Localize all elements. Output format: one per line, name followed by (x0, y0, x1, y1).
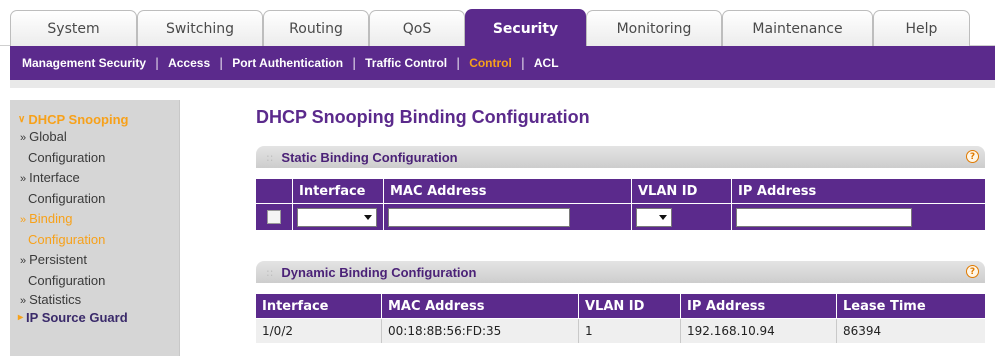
sidebar-item-binding-configuration[interactable]: » Binding Configuration (18, 209, 179, 250)
dropdown-arrow-icon (364, 214, 372, 220)
column-header: Interface (292, 179, 383, 203)
mac-address-input[interactable] (388, 207, 570, 227)
vlan-cell (631, 204, 731, 230)
tab-monitoring[interactable]: Monitoring (586, 10, 722, 46)
ip-address-value: 192.168.10.94 (680, 319, 836, 343)
column-header: VLAN ID (578, 294, 680, 318)
ip-address-input[interactable] (736, 207, 912, 227)
column-header: MAC Address (381, 294, 578, 318)
column-header: Interface (262, 298, 329, 314)
subnav-management-security[interactable]: Management Security (22, 56, 146, 70)
subnav-port-authentication[interactable]: Port Authentication (232, 56, 343, 70)
tab-system[interactable]: System (10, 10, 137, 46)
section-title: Dynamic Binding Configuration (281, 264, 477, 280)
sidebar-item-label: Global (29, 129, 67, 144)
interface-cell (292, 204, 383, 230)
sidebar-item-label: Statistics (29, 292, 82, 307)
vlan-id-select[interactable] (636, 207, 672, 227)
column-header: IP Address (680, 294, 836, 318)
table-row: 1/0/2 00:18:8B:56:FD:35 1 192.168.10.94 … (256, 319, 985, 343)
double-chevron-right-icon: » (20, 214, 27, 226)
section-title: Static Binding Configuration (281, 149, 458, 165)
sidebar-item-label: Configuration (28, 232, 106, 247)
sidebar-group-ip-source-guard[interactable]: ▸ IP Source Guard (18, 310, 179, 325)
top-tab-bar: System Switching Routing QoS Security Mo… (0, 0, 995, 47)
sidebar-group-label: DHCP Snooping (28, 112, 129, 127)
double-chevron-right-icon: » (20, 295, 27, 307)
sidebar-group-label: IP Source Guard (26, 310, 128, 325)
sidebar-item-label: Configuration (28, 191, 106, 206)
mac-address-value: 00:18:8B:56:FD:35 (381, 319, 578, 343)
sidebar-group-dhcp-snooping[interactable]: ∨ DHCP Snooping (18, 112, 179, 127)
ip-cell (731, 204, 985, 230)
tab-maintenance[interactable]: Maintenance (722, 10, 873, 46)
page-title: DHCP Snooping Binding Configuration (256, 107, 590, 127)
column-header: Lease Time (836, 294, 985, 318)
sidebar-item-statistics[interactable]: » Statistics (18, 291, 179, 310)
sidebar-item-label: Interface (29, 170, 80, 185)
help-icon[interactable]: ? (966, 265, 979, 278)
dynamic-binding-table-header: Interface MAC Address VLAN ID IP Address… (256, 294, 985, 318)
checkbox-cell (256, 204, 292, 230)
sidebar-item-interface-configuration[interactable]: » Interface Configuration (18, 168, 179, 209)
sidebar: ∨ DHCP Snooping » Global Configuration » I… (10, 100, 180, 356)
mac-cell (383, 204, 631, 230)
nav-divider-strip (10, 80, 995, 88)
sidebar-item-persistent-configuration[interactable]: » Persistent Configuration (18, 250, 179, 291)
sidebar-item-label: Binding (29, 211, 73, 226)
tab-security[interactable]: Security (465, 9, 586, 47)
column-header: VLAN ID (631, 179, 731, 203)
column-header: IP Address (731, 179, 985, 203)
grip-icon: :: (266, 150, 274, 164)
sidebar-item-label: Configuration (28, 273, 106, 288)
help-icon[interactable]: ? (966, 150, 979, 163)
subnav-separator: | (219, 56, 224, 70)
tab-switching[interactable]: Switching (137, 10, 263, 46)
subnav-separator: | (520, 56, 525, 70)
tab-routing[interactable]: Routing (263, 10, 369, 46)
subnav-control[interactable]: Control (469, 56, 512, 70)
dropdown-arrow-icon (659, 214, 667, 220)
dynamic-binding-header: :: Dynamic Binding Configuration ? (256, 261, 985, 283)
select-column-header (256, 179, 292, 203)
sub-navigation: Management Security | Access | Port Auth… (10, 46, 995, 80)
grip-icon: :: (266, 265, 274, 279)
subnav-separator: | (456, 56, 461, 70)
tab-qos[interactable]: QoS (369, 10, 465, 46)
static-binding-table-header: Interface MAC Address VLAN ID IP Address (256, 179, 985, 203)
subnav-separator: | (155, 56, 160, 70)
sidebar-item-label: Configuration (28, 150, 106, 165)
static-binding-input-row (256, 204, 985, 230)
row-select-checkbox[interactable] (267, 210, 281, 224)
double-chevron-right-icon: » (20, 255, 27, 267)
lease-time-value: 86394 (836, 319, 985, 343)
vlan-id-value: 1 (578, 319, 680, 343)
double-chevron-right-icon: » (20, 132, 27, 144)
interface-select[interactable] (297, 207, 377, 227)
sidebar-item-global-configuration[interactable]: » Global Configuration (18, 127, 179, 168)
column-header: MAC Address (383, 179, 631, 203)
chevron-right-icon: ▸ (18, 312, 24, 323)
subnav-traffic-control[interactable]: Traffic Control (365, 56, 447, 70)
double-chevron-right-icon: » (20, 173, 27, 185)
subnav-acl[interactable]: ACL (534, 56, 559, 70)
sidebar-item-label: Persistent (29, 252, 87, 267)
static-binding-header: :: Static Binding Configuration ? (256, 146, 985, 168)
tab-help[interactable]: Help (873, 10, 970, 46)
chevron-down-icon: ∨ (18, 114, 26, 125)
subnav-access[interactable]: Access (168, 56, 210, 70)
interface-value: 1/0/2 (262, 324, 293, 338)
subnav-separator: | (352, 56, 357, 70)
